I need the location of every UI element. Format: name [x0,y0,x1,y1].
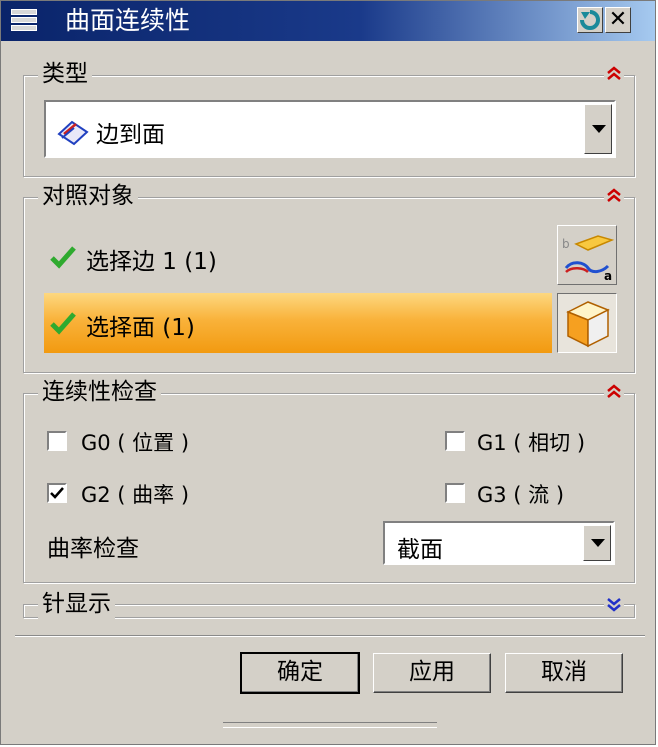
curvature-check-label: 曲率检查 [47,536,139,562]
face-selection-button[interactable] [557,293,617,353]
apply-button[interactable]: 应用 [373,653,491,693]
svg-text:a: a [604,269,612,283]
g2-checkbox[interactable] [47,483,67,503]
curvature-check-select[interactable]: 截面 [383,521,615,565]
surface-continuity-dialog: 曲面连续性 ✕ 类型 边到面 对照对象 选择边 1 (1) b a 选择面 (1… [0,0,656,745]
checkmark-icon [50,487,64,499]
collapse-up-icon[interactable] [604,186,624,206]
type-select[interactable]: 边到面 [44,100,616,158]
ok-button[interactable]: 确定 [240,652,360,694]
chevron-down-icon [591,539,605,547]
svg-text:b: b [562,237,570,251]
resize-grip[interactable] [223,722,437,728]
type-select-dropdown-button[interactable] [584,104,612,154]
chevron-down-icon [592,125,606,133]
window-title: 曲面连续性 [65,6,191,35]
reset-button[interactable] [577,7,603,33]
check-icon [50,246,76,269]
window-menu-icon[interactable] [11,9,37,33]
type-group: 类型 边到面 [23,59,635,177]
face-selection-icon [566,301,610,348]
select-face-row[interactable]: 选择面 (1) [44,293,552,353]
compare-group-title: 对照对象 [38,181,138,211]
close-icon: ✕ [608,7,628,32]
expand-down-icon[interactable] [604,594,624,614]
g1-checkbox[interactable] [445,431,465,451]
edge-selection-icon: b a [562,235,615,283]
g1-label: G1 ( 相切 ) [477,431,586,455]
cancel-button[interactable]: 取消 [505,653,623,693]
button-separator [15,635,645,637]
type-group-title: 类型 [38,59,92,89]
needle-display-group[interactable]: 针显示 [23,589,635,619]
g2-label: G2 ( 曲率 ) [81,483,190,507]
edge-selection-button[interactable]: b a [557,225,617,285]
continuity-group-title: 连续性检查 [38,377,161,407]
g3-checkbox[interactable] [445,483,465,503]
needle-group-title: 针显示 [38,589,115,619]
curvature-check-value: 截面 [397,537,443,563]
collapse-up-icon[interactable] [604,64,624,84]
select-edge-label: 选择边 1 (1) [86,249,217,275]
select-face-label: 选择面 (1) [86,315,195,341]
check-icon [50,312,76,335]
collapse-up-icon[interactable] [604,382,624,402]
select-edge-row[interactable]: 选择边 1 (1) [44,227,552,287]
type-select-value: 边到面 [96,122,165,148]
edge-to-face-icon [57,120,89,146]
title-bar[interactable]: 曲面连续性 ✕ [1,1,655,41]
g3-label: G3 ( 流 ) [477,483,565,507]
curvature-dropdown-button[interactable] [583,525,611,561]
close-button[interactable]: ✕ [605,7,631,33]
reset-arrow-icon [580,10,600,30]
g0-checkbox[interactable] [47,431,67,451]
g0-label: G0 ( 位置 ) [81,431,190,455]
